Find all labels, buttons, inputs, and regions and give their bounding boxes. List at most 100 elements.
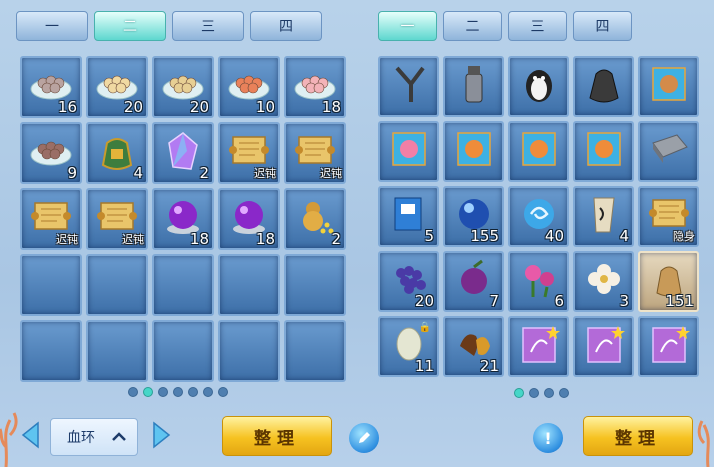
item-slot[interactable] — [508, 56, 569, 117]
page-dot[interactable] — [173, 387, 183, 397]
empty-item-slot[interactable] — [284, 320, 346, 382]
item-slot[interactable]: 40 — [508, 186, 569, 247]
page-dot[interactable] — [218, 387, 228, 397]
item-slot[interactable] — [573, 316, 634, 377]
item-slot[interactable]: 18 — [152, 188, 214, 250]
empty-item-slot[interactable] — [152, 320, 214, 382]
item-slot[interactable] — [638, 121, 699, 182]
page-dot[interactable] — [128, 387, 138, 397]
next-page-arrow-icon[interactable] — [150, 420, 174, 450]
starred-purple-card-icon — [651, 326, 690, 363]
item-slot[interactable]: 20 — [152, 56, 214, 118]
starred-purple-card-icon — [586, 326, 625, 363]
empty-item-slot[interactable] — [20, 254, 82, 316]
gourd-gold-icon — [303, 201, 334, 234]
black-pouch-icon — [588, 69, 619, 103]
item-slot[interactable]: 迟钝 — [218, 122, 280, 184]
item-slot[interactable] — [443, 56, 504, 117]
category-select-value: 血环 — [67, 430, 95, 446]
item-slot[interactable] — [508, 121, 569, 182]
empty-item-slot[interactable] — [86, 254, 148, 316]
left-tab-bar: 一二三四 — [16, 11, 322, 41]
item-count: 18 — [321, 98, 341, 116]
starred-purple-card-icon — [521, 326, 560, 363]
right_inventory-tab-4[interactable]: 四 — [573, 11, 632, 41]
item-tag: 迟钝 — [56, 233, 78, 246]
item-slot[interactable]: 18 — [284, 56, 346, 118]
item-count: 18 — [255, 230, 275, 248]
shaker-bottle-icon — [465, 66, 482, 103]
item-slot[interactable] — [378, 56, 439, 117]
item-tag: 迟钝 — [122, 233, 144, 246]
item-slot[interactable]: 11 🔒 — [378, 316, 439, 377]
item-tag: 迟钝 — [320, 167, 342, 180]
item-slot[interactable]: 2 — [284, 188, 346, 250]
item-slot[interactable]: 16 — [20, 56, 82, 118]
left_inventory-tab-1[interactable]: 一 — [16, 11, 88, 41]
item-slot[interactable] — [638, 56, 699, 117]
item-count: 40 — [544, 227, 564, 245]
left-page-indicator — [128, 387, 228, 397]
left_inventory-tab-2[interactable]: 二 — [94, 11, 166, 41]
right-sort-button[interactable]: 整理 — [583, 416, 693, 456]
item-slot[interactable]: 18 — [218, 188, 280, 250]
item-count: 2 — [331, 230, 341, 248]
item-slot[interactable]: 迟钝 — [86, 188, 148, 250]
right_inventory-tab-1[interactable]: 一 — [378, 11, 437, 41]
item-slot[interactable]: 10 — [218, 56, 280, 118]
item-slot[interactable]: 5 — [378, 186, 439, 247]
item-slot[interactable]: 20 — [378, 251, 439, 312]
chevron-up-icon — [112, 432, 126, 441]
pet-card-girl-icon — [391, 132, 426, 166]
empty-item-slot[interactable] — [20, 320, 82, 382]
empty-item-slot[interactable] — [218, 254, 280, 316]
empty-item-slot[interactable] — [86, 320, 148, 382]
category-select[interactable]: 血环 — [50, 418, 138, 456]
item-slot[interactable]: 6 — [508, 251, 569, 312]
item-slot[interactable]: 151 — [638, 251, 699, 312]
item-slot[interactable]: 3 — [573, 251, 634, 312]
right_inventory-tab-2[interactable]: 二 — [443, 11, 502, 41]
item-slot[interactable]: 隐身 — [638, 186, 699, 247]
item-slot[interactable]: 4 — [573, 186, 634, 247]
item-slot[interactable]: 迟钝 — [284, 122, 346, 184]
page-dot[interactable] — [143, 387, 153, 397]
page-dot[interactable] — [203, 387, 213, 397]
item-count: 9 — [67, 164, 77, 182]
edit-pen-icon[interactable] — [349, 423, 379, 453]
item-slot[interactable] — [573, 56, 634, 117]
pet-card-orange-icon — [456, 132, 491, 166]
item-slot[interactable]: 20 — [86, 56, 148, 118]
item-slot[interactable] — [638, 316, 699, 377]
empty-item-slot[interactable] — [284, 254, 346, 316]
item-count: 21 — [479, 357, 499, 375]
page-dot[interactable] — [529, 388, 539, 398]
item-slot[interactable]: 迟钝 — [20, 188, 82, 250]
item-slot[interactable] — [378, 121, 439, 182]
item-slot[interactable] — [443, 121, 504, 182]
page-dot[interactable] — [158, 387, 168, 397]
item-slot[interactable]: 7 — [443, 251, 504, 312]
page-dot[interactable] — [544, 388, 554, 398]
item-tag: 迟钝 — [254, 167, 276, 180]
item-slot[interactable] — [508, 316, 569, 377]
item-count: 20 — [414, 292, 434, 310]
item-slot[interactable]: 9 — [20, 122, 82, 184]
left_inventory-tab-4[interactable]: 四 — [250, 11, 322, 41]
empty-item-slot[interactable] — [152, 254, 214, 316]
empty-item-slot[interactable] — [218, 320, 280, 382]
left_inventory-tab-3[interactable]: 三 — [172, 11, 244, 41]
prev-page-arrow-icon[interactable] — [18, 420, 42, 450]
item-slot[interactable]: 21 — [443, 316, 504, 377]
page-dot[interactable] — [514, 388, 524, 398]
help-icon[interactable]: ! — [533, 423, 563, 453]
page-dot[interactable] — [559, 388, 569, 398]
item-slot[interactable] — [573, 121, 634, 182]
item-slot[interactable]: 2 — [152, 122, 214, 184]
item-slot[interactable]: 155 — [443, 186, 504, 247]
page-dot[interactable] — [188, 387, 198, 397]
right-inventory-panel: 一二三四 5 155 40 4 隐身 20 7 6 3 151 11 🔒 21 — [378, 6, 704, 406]
left-sort-button[interactable]: 整理 — [222, 416, 332, 456]
right_inventory-tab-3[interactable]: 三 — [508, 11, 567, 41]
item-slot[interactable]: 4 — [86, 122, 148, 184]
